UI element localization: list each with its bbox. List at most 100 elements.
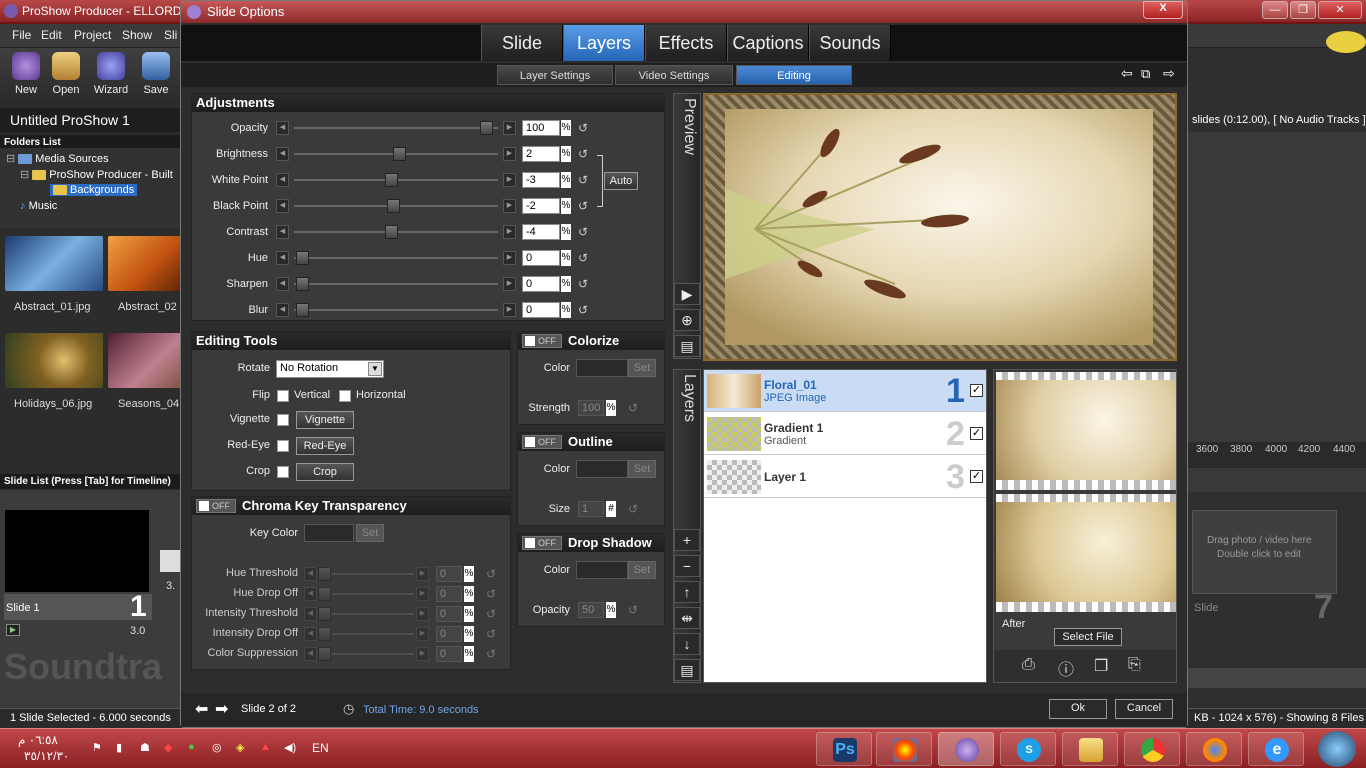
info-icon[interactable]: ⓘ [1058, 656, 1074, 680]
slider-left-icon[interactable]: ◀ [304, 647, 317, 661]
tab-sounds[interactable]: Sounds [809, 25, 891, 61]
remove-layer-icon[interactable]: − [674, 555, 700, 577]
colorize-set-button[interactable]: Set [628, 359, 656, 377]
slider-knob[interactable] [318, 607, 331, 621]
reset-icon[interactable]: ↺ [628, 604, 640, 616]
tree-item-builtin[interactable]: ⊟ ProShow Producer - Built [20, 168, 173, 181]
file-thumb[interactable] [5, 236, 103, 291]
adjust-value-input[interactable]: 0 [522, 302, 560, 318]
tab-layers[interactable]: Layers [563, 25, 645, 61]
reset-icon[interactable]: ↺ [578, 174, 590, 186]
minimize-button[interactable]: — [1262, 1, 1288, 19]
tab-effects[interactable]: Effects [645, 25, 727, 61]
vignette-button[interactable]: Vignette [296, 411, 354, 429]
skype-icon[interactable]: S [1000, 732, 1056, 766]
slider-left-icon[interactable]: ◀ [304, 607, 317, 621]
reset-icon[interactable]: ↺ [578, 148, 590, 160]
network-icon[interactable]: ▮ [116, 741, 122, 754]
reset-icon[interactable]: ↺ [628, 503, 640, 515]
adjust-slider[interactable]: ◀ ▶ [276, 121, 516, 135]
tree-item-media-sources[interactable]: ⊟ Media Sources [6, 152, 109, 165]
tree-item-music[interactable]: ♪ Music [20, 200, 57, 212]
chrome-icon[interactable] [1124, 732, 1180, 766]
slider-left-icon[interactable]: ◀ [276, 121, 289, 135]
chroma-value-input[interactable]: 0 [436, 646, 462, 662]
outline-color-swatch[interactable] [576, 460, 628, 478]
slider-right-icon[interactable]: ▶ [503, 225, 516, 239]
paste-icon[interactable]: ⎘ [1128, 656, 1141, 674]
slider-knob[interactable] [387, 199, 401, 213]
proshow-taskbar-icon[interactable] [938, 732, 994, 766]
slider-knob[interactable] [295, 303, 309, 317]
slider-right-icon[interactable]: ▶ [503, 303, 516, 317]
adjust-value-input[interactable]: -4 [522, 224, 560, 240]
slider-knob[interactable] [318, 587, 331, 601]
key-color-set-button[interactable]: Set [356, 524, 384, 542]
firefox-icon[interactable] [1186, 732, 1242, 766]
tray-icon[interactable]: ◈ [236, 741, 244, 754]
chroma-value-input[interactable]: 0 [436, 586, 462, 602]
outline-set-button[interactable]: Set [628, 460, 656, 478]
flip-vertical-checkbox[interactable] [277, 390, 289, 402]
menu-file[interactable]: File [12, 28, 31, 42]
reset-icon[interactable]: ↺ [486, 648, 498, 660]
menu-project[interactable]: Project [74, 28, 111, 42]
key-color-swatch[interactable] [304, 524, 354, 542]
paint-icon[interactable] [876, 732, 932, 766]
adjust-value-input[interactable]: 100 [522, 120, 560, 136]
adjust-slider[interactable]: ◀ ▶ [276, 173, 516, 187]
slider-knob[interactable] [318, 647, 331, 661]
volume-icon[interactable]: ◀) [284, 741, 296, 754]
layer-row[interactable]: Gradient 1 Gradient 2 ✓ [704, 413, 986, 455]
chroma-slider[interactable]: ◀ ▶ [304, 587, 430, 601]
photoshop-icon[interactable]: Ps [816, 732, 872, 766]
chroma-slider[interactable]: ◀ ▶ [304, 627, 430, 641]
chroma-value-input[interactable]: 0 [436, 566, 462, 582]
chroma-toggle[interactable]: OFF [196, 499, 236, 513]
layer-visible-checkbox[interactable]: ✓ [970, 384, 983, 397]
adjust-value-input[interactable]: -2 [522, 198, 560, 214]
slider-right-icon[interactable]: ▶ [416, 587, 429, 601]
tray-icon[interactable]: ◎ [212, 741, 222, 754]
vignette-checkbox[interactable] [277, 414, 289, 426]
prev-layer-icon[interactable]: ⇦ [1121, 65, 1133, 82]
slider-left-icon[interactable]: ◀ [276, 199, 289, 213]
select-file-button[interactable]: Select File [1054, 628, 1122, 646]
slider-left-icon[interactable]: ◀ [276, 251, 289, 265]
play-slide-icon[interactable]: ▶ [6, 624, 20, 636]
subtab-layer-settings[interactable]: Layer Settings [497, 65, 613, 85]
reset-icon[interactable]: ↺ [486, 568, 498, 580]
layer-row[interactable]: Floral_01 JPEG Image 1 ✓ [704, 370, 986, 412]
slider-left-icon[interactable]: ◀ [276, 147, 289, 161]
adjust-slider[interactable]: ◀ ▶ [276, 225, 516, 239]
tray-icon[interactable]: ☗ [140, 741, 150, 754]
slider-right-icon[interactable]: ▶ [503, 147, 516, 161]
subtab-editing[interactable]: Editing [736, 65, 852, 85]
slide-thumb[interactable] [160, 550, 180, 572]
adjust-slider[interactable]: ◀ ▶ [276, 277, 516, 291]
slider-knob[interactable] [295, 251, 309, 265]
eye-icon[interactable] [1326, 31, 1366, 53]
save-button[interactable]: Save [136, 52, 176, 96]
flip-horizontal-checkbox[interactable] [339, 390, 351, 402]
cancel-button[interactable]: Cancel [1115, 699, 1173, 719]
drop-shadow-toggle[interactable]: OFF [522, 536, 562, 550]
slider-right-icon[interactable]: ▶ [503, 121, 516, 135]
reset-icon[interactable]: ↺ [578, 278, 590, 290]
slider-left-icon[interactable]: ◀ [276, 303, 289, 317]
reset-icon[interactable]: ↺ [578, 304, 590, 316]
adjust-slider[interactable]: ◀ ▶ [276, 251, 516, 265]
wizard-button[interactable]: Wizard [91, 52, 131, 96]
slider-left-icon[interactable]: ◀ [304, 567, 317, 581]
layer-row[interactable]: Layer 1 3 ✓ [704, 456, 986, 498]
slider-right-icon[interactable]: ▶ [416, 647, 429, 661]
slider-right-icon[interactable]: ▶ [416, 627, 429, 641]
slider-left-icon[interactable]: ◀ [276, 225, 289, 239]
reset-icon[interactable]: ↺ [578, 252, 590, 264]
adjust-slider[interactable]: ◀ ▶ [276, 303, 516, 317]
slider-knob[interactable] [318, 627, 331, 641]
subtab-video-settings[interactable]: Video Settings [615, 65, 733, 85]
slide-thumb[interactable] [5, 510, 149, 592]
dialog-close-button[interactable]: X [1143, 1, 1183, 19]
crop-button[interactable]: Crop [296, 463, 354, 481]
